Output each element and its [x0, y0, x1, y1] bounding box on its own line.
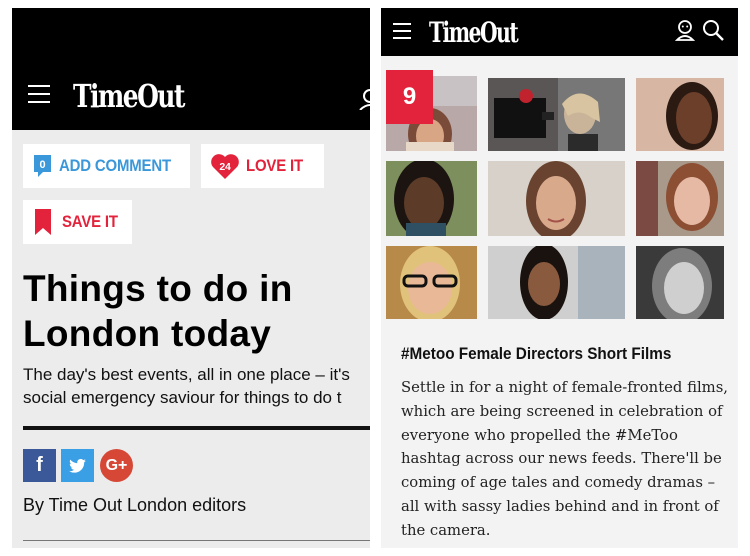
portrait-photo-icon: [636, 246, 724, 319]
heart-icon: 24: [211, 154, 239, 179]
portrait-photo-icon: [636, 78, 724, 151]
left-article-screen: TimeOut 0 ADD COMMENT 24 LOVE IT SAVE IT…: [12, 8, 370, 548]
google-plus-share-button[interactable]: G+: [100, 449, 133, 482]
divider: [23, 426, 370, 430]
portrait-photo-icon: [488, 161, 625, 236]
add-comment-button[interactable]: 0 ADD COMMENT: [23, 144, 190, 188]
portrait-photo-icon: [386, 246, 477, 319]
page-title: Things to do in London today: [23, 268, 293, 354]
save-it-label: SAVE IT: [62, 212, 118, 231]
grid-photo-9[interactable]: [636, 246, 724, 319]
user-icon[interactable]: [675, 19, 695, 41]
grid-photo-2[interactable]: [488, 78, 625, 151]
menu-icon[interactable]: [28, 85, 50, 103]
rank-badge: 9: [386, 70, 433, 124]
grid-photo-5[interactable]: [488, 161, 625, 236]
bookmark-icon: [35, 209, 51, 235]
comment-count-icon: 0: [34, 155, 51, 177]
google-plus-icon: G+: [105, 456, 128, 474]
right-header-bar: TimeOut: [381, 8, 738, 56]
comment-count: 0: [40, 159, 46, 171]
grid-photo-3[interactable]: [636, 78, 724, 151]
timeout-logo[interactable]: TimeOut: [429, 16, 519, 49]
portrait-photo-icon: [488, 246, 625, 319]
grid-photo-6[interactable]: [636, 161, 724, 236]
user-icon[interactable]: [358, 88, 370, 110]
right-article-screen: TimeOut 9 #Metoo Female Directors Short …: [381, 8, 738, 548]
grid-photo-7[interactable]: [386, 246, 477, 319]
facebook-icon: f: [36, 454, 43, 476]
facebook-share-button[interactable]: f: [23, 449, 56, 482]
film-title[interactable]: #Metoo Female Directors Short Films: [401, 344, 671, 364]
menu-icon[interactable]: [393, 23, 411, 39]
left-header-bar: TimeOut: [12, 8, 370, 130]
add-comment-label: ADD COMMENT: [59, 156, 171, 175]
timeout-logo[interactable]: TimeOut: [73, 77, 185, 115]
page-subtitle: The day's best events, all in one place …: [23, 365, 350, 407]
twitter-icon: [69, 458, 86, 473]
love-count: 24: [219, 161, 231, 173]
film-description: Settle in for a night of female-fronted …: [401, 379, 729, 539]
bottom-divider: [23, 540, 370, 541]
search-icon[interactable]: [702, 19, 724, 41]
portrait-photo-icon: [386, 161, 477, 236]
twitter-share-button[interactable]: [61, 449, 94, 482]
love-it-label: LOVE IT: [246, 156, 303, 175]
portrait-photo-icon: [636, 161, 724, 236]
love-it-button[interactable]: 24 LOVE IT: [201, 144, 324, 188]
camera-operator-photo-icon: [488, 78, 625, 151]
grid-photo-8[interactable]: [488, 246, 625, 319]
grid-photo-4[interactable]: [386, 161, 477, 236]
save-it-button[interactable]: SAVE IT: [23, 200, 132, 244]
byline: By Time Out London editors: [23, 495, 247, 515]
